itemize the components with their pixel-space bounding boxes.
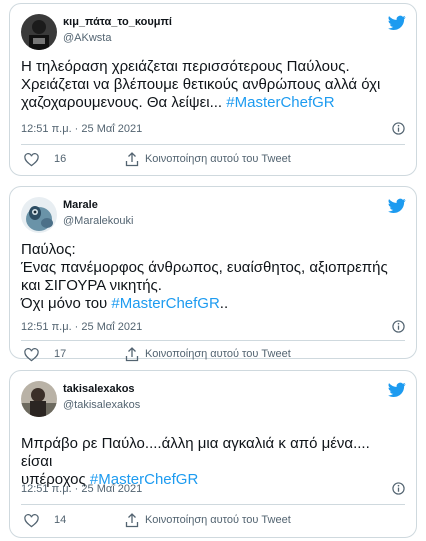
display-name[interactable]: Marale [63, 199, 98, 211]
heart-icon[interactable] [24, 153, 39, 167]
tweet-card[interactable]: κιμ_πάτα_το_κουμπί @AKwsta Η τηλεόραση χ… [9, 3, 417, 176]
tweet-text-line: και ΣΙΓΟΥΡΑ νικητής. [21, 277, 162, 294]
heart-icon[interactable] [24, 514, 39, 528]
hashtag-link[interactable]: #MasterChefGR [226, 94, 334, 111]
display-name[interactable]: takisalexakos [63, 383, 135, 395]
twitter-bird-icon[interactable] [388, 382, 406, 398]
twitter-bird-icon[interactable] [388, 15, 406, 31]
avatar[interactable] [21, 197, 57, 233]
tweet-actions: 16 Κοινοποίηση αυτού του Tweet [21, 150, 405, 170]
tweet-timestamp[interactable]: 12:51 π.μ. · 25 Μαΐ 2021 [21, 483, 142, 495]
divider [21, 144, 405, 145]
avatar[interactable] [21, 14, 57, 50]
like-count: 16 [54, 153, 67, 165]
tweet-text-line: Μπράβο ρε Παύλο....άλλη μια αγκαλιά κ απ… [21, 435, 370, 470]
tweet-text-line: Παύλος: [21, 241, 76, 258]
share-icon[interactable] [125, 347, 139, 362]
hashtag-link[interactable]: #MasterChefGR [111, 295, 219, 312]
divider [21, 504, 405, 505]
heart-icon[interactable] [24, 348, 39, 362]
tweet-text-line: Όχι μόνο του #MasterChefGR.. [21, 295, 229, 312]
share-button[interactable]: Κοινοποίηση αυτού του Tweet [145, 348, 291, 360]
tweet-text: Η τηλεόραση χρειάζεται περισσότερους Παύ… [21, 58, 402, 112]
tweet-timestamp[interactable]: 12:51 π.μ. · 25 Μαΐ 2021 [21, 321, 142, 333]
share-button[interactable]: Κοινοποίηση αυτού του Tweet [145, 153, 291, 165]
share-icon[interactable] [125, 513, 139, 528]
share-button[interactable]: Κοινοποίηση αυτού του Tweet [145, 514, 291, 526]
tweet-text: Μπράβο ρε Παύλο....άλλη μια αγκαλιά κ απ… [21, 435, 402, 489]
info-icon[interactable] [392, 320, 405, 333]
tweet-card[interactable]: takisalexakos @takisalexakos Μπράβο ρε Π… [9, 370, 417, 538]
like-count: 17 [54, 348, 67, 360]
user-handle[interactable]: @AKwsta [63, 32, 111, 44]
tweet-timestamp[interactable]: 12:51 π.μ. · 25 Μαΐ 2021 [21, 123, 142, 135]
tweet-actions: 14 Κοινοποίηση αυτού του Tweet [21, 511, 405, 531]
info-icon[interactable] [392, 482, 405, 495]
avatar[interactable] [21, 381, 57, 417]
tweet-text: Παύλος: Ένας πανέμορφος άνθρωπος, ευαίσθ… [21, 241, 402, 313]
divider [21, 340, 405, 341]
twitter-bird-icon[interactable] [388, 198, 406, 214]
tweet-text-line: Ένας πανέμορφος άνθρωπος, ευαίσθητος, αξ… [21, 259, 388, 276]
tweet-text-line: Η τηλεόραση χρειάζεται περισσότερους Παύ… [21, 58, 350, 75]
info-icon[interactable] [392, 122, 405, 135]
tweet-text-line: χαζοχαρουμενους. Θα λείψει... #MasterChe… [21, 94, 335, 111]
display-name[interactable]: κιμ_πάτα_το_κουμπί [63, 16, 172, 28]
user-handle[interactable]: @Maralekouki [63, 215, 133, 227]
share-icon[interactable] [125, 152, 139, 167]
tweet-text-line: Χρειάζεται να βλέπουμε θετικούς ανθρώπου… [21, 76, 381, 93]
like-count: 14 [54, 514, 67, 526]
tweet-card[interactable]: Marale @Maralekouki Παύλος: Ένας πανέμορ… [9, 186, 417, 362]
user-handle[interactable]: @takisalexakos [63, 399, 140, 411]
tweet-actions: 17 Κοινοποίηση αυτού του Tweet [21, 345, 405, 365]
